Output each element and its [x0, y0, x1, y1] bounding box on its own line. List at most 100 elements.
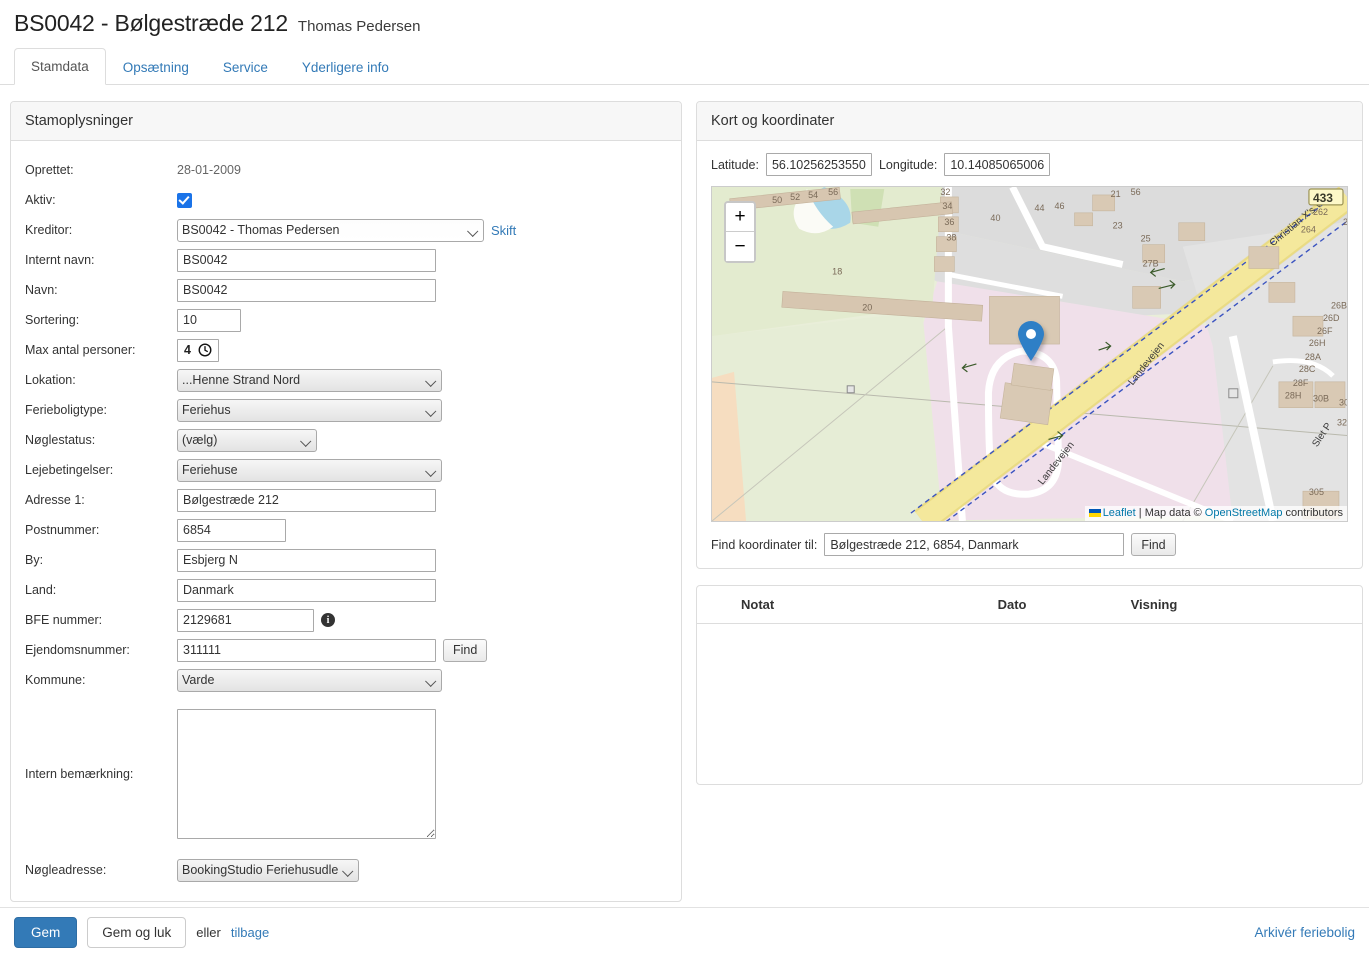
svg-text:44: 44 [1035, 203, 1045, 213]
internt-navn-input[interactable] [177, 249, 436, 272]
ejendomsnummer-find-button[interactable]: Find [443, 639, 487, 662]
save-button[interactable]: Gem [14, 917, 77, 948]
label-aktiv: Aktiv: [25, 193, 177, 207]
svg-text:26F: 26F [1317, 326, 1333, 336]
tab-yderligere-info[interactable]: Yderligere info [285, 49, 406, 85]
svg-text:30B: 30B [1313, 394, 1329, 404]
save-and-close-button[interactable]: Gem og luk [87, 917, 186, 948]
noeglestatus-select[interactable]: (vælg) [177, 429, 317, 452]
aktiv-checkbox[interactable] [177, 193, 192, 208]
value-oprettet: 28-01-2009 [177, 163, 241, 177]
find-koordinater-input[interactable] [824, 533, 1124, 556]
zoom-in-button[interactable]: + [726, 203, 754, 232]
svg-text:34: 34 [942, 201, 952, 211]
footer-bar: Gem Gem og luk eller tilbage Arkivér fer… [0, 907, 1369, 957]
kort-panel-title: Kort og koordinater [697, 102, 1362, 141]
sortering-input[interactable] [177, 309, 241, 332]
svg-text:26H: 26H [1309, 338, 1326, 348]
bfe-nummer-input[interactable] [177, 609, 314, 632]
map-attribution: Leaflet | Map data © OpenStreetMap contr… [1085, 506, 1347, 521]
noegleadresse-select[interactable]: BookingStudio Feriehusudlejning [177, 859, 359, 882]
street-label-landevejen-1: Landevejen [1126, 340, 1167, 387]
svg-text:32: 32 [940, 187, 950, 197]
label-land: Land: [25, 583, 177, 597]
table-row-empty [697, 624, 1362, 784]
clock-icon[interactable] [198, 343, 212, 357]
label-sortering: Sortering: [25, 313, 177, 327]
kreditor-select[interactable]: BS0042 - Thomas Pedersen [177, 219, 484, 242]
svg-text:305: 305 [1309, 487, 1324, 497]
lokation-select[interactable]: ...Henne Strand Nord [177, 369, 442, 392]
postnummer-input[interactable] [177, 519, 286, 542]
field-row-lejebetingelser: Lejebetingelser: Feriehuse [25, 455, 667, 485]
kreditor-skift-link[interactable]: Skift [491, 223, 516, 238]
archive-feriebolig-link[interactable]: Arkivér feriebolig [1254, 925, 1355, 940]
field-row-postnummer: Postnummer: [25, 515, 667, 545]
info-icon[interactable]: i [321, 613, 335, 627]
label-by: By: [25, 553, 177, 567]
label-kommune: Kommune: [25, 673, 177, 687]
zoom-out-button[interactable]: − [726, 232, 754, 261]
label-intern-bemaerkning: Intern bemærkning: [25, 767, 177, 781]
navn-input[interactable] [177, 279, 436, 302]
map-location-marker[interactable] [1016, 320, 1046, 362]
stamoplysninger-panel: Stamoplysninger Oprettet: 28-01-2009 Akt… [10, 101, 682, 902]
label-find-koordinater: Find koordinater til: [711, 538, 817, 552]
back-link[interactable]: tilbage [231, 925, 269, 940]
attribution-separator: | [1139, 507, 1142, 519]
lejebetingelser-select-wrapper: Feriehuse [177, 459, 442, 482]
ferieboligtype-select[interactable]: Feriehus [177, 399, 442, 422]
noegleadresse-select-wrapper: BookingStudio Feriehusudlejning [177, 859, 359, 882]
find-koordinater-button[interactable]: Find [1131, 533, 1175, 556]
svg-text:50: 50 [772, 195, 782, 205]
route-shield-433: 433 [1309, 189, 1343, 205]
adresse1-input[interactable] [177, 489, 436, 512]
kommune-select[interactable]: Varde [177, 669, 442, 692]
ejendomsnummer-input[interactable] [177, 639, 436, 662]
noeglestatus-select-wrapper: (vælg) [177, 429, 317, 452]
notes-panel: Notat Dato Visning [696, 585, 1363, 785]
svg-text:21: 21 [1111, 189, 1121, 199]
left-column: Stamoplysninger Oprettet: 28-01-2009 Akt… [10, 101, 682, 902]
page-header: BS0042 - Bølgestræde 212 Thomas Pedersen [0, 0, 1369, 37]
svg-text:264: 264 [1301, 225, 1316, 235]
svg-text:52: 52 [790, 192, 800, 202]
field-row-by: By: [25, 545, 667, 575]
tab-opsaetning[interactable]: Opsætning [106, 49, 206, 85]
field-row-aktiv: Aktiv: [25, 185, 667, 215]
ferieboligtype-select-wrapper: Feriehus [177, 399, 442, 422]
land-input[interactable] [177, 579, 436, 602]
by-input[interactable] [177, 549, 436, 572]
label-adresse1: Adresse 1: [25, 493, 177, 507]
max-personer-stepper[interactable]: 4 [177, 339, 219, 362]
tab-stamdata[interactable]: Stamdata [14, 48, 106, 85]
label-noegleadresse: Nøgleadresse: [25, 863, 177, 877]
field-row-kommune: Kommune: Varde [25, 665, 667, 695]
attribution-mapdata: Map data © [1145, 507, 1202, 519]
field-row-max-personer: Max antal personer: 4 [25, 335, 667, 365]
svg-text:28A: 28A [1305, 352, 1321, 362]
tab-service[interactable]: Service [206, 49, 285, 85]
kreditor-select-wrapper: BS0042 - Thomas Pedersen [177, 219, 484, 242]
intern-bemaerkning-textarea[interactable] [177, 709, 436, 839]
lejebetingelser-select[interactable]: Feriehuse [177, 459, 442, 482]
svg-text:32: 32 [1337, 418, 1347, 428]
content-area: Stamoplysninger Oprettet: 28-01-2009 Akt… [0, 85, 1369, 902]
openstreetmap-link[interactable]: OpenStreetMap [1205, 507, 1283, 519]
leaflet-link[interactable]: Leaflet [1103, 507, 1136, 519]
field-row-ferieboligtype: Ferieboligtype: Feriehus [25, 395, 667, 425]
map-zoom-controls[interactable]: + − [724, 201, 756, 263]
stamoplysninger-panel-title: Stamoplysninger [11, 102, 681, 141]
notes-column-visning: Visning [1123, 586, 1362, 624]
footer-or-text: eller [196, 925, 221, 940]
label-lejebetingelser: Lejebetingelser: [25, 463, 177, 477]
field-row-land: Land: [25, 575, 667, 605]
svg-text:26D: 26D [1323, 313, 1340, 323]
label-kreditor: Kreditor: [25, 223, 177, 237]
max-personer-value: 4 [184, 343, 191, 357]
latitude-input[interactable] [766, 153, 872, 176]
map-canvas[interactable]: 3234 3638 404446 5052 5456 2123 2527B 56… [711, 186, 1348, 522]
attribution-contributors: contributors [1286, 507, 1343, 519]
svg-text:38: 38 [946, 233, 956, 243]
longitude-input[interactable] [944, 153, 1050, 176]
